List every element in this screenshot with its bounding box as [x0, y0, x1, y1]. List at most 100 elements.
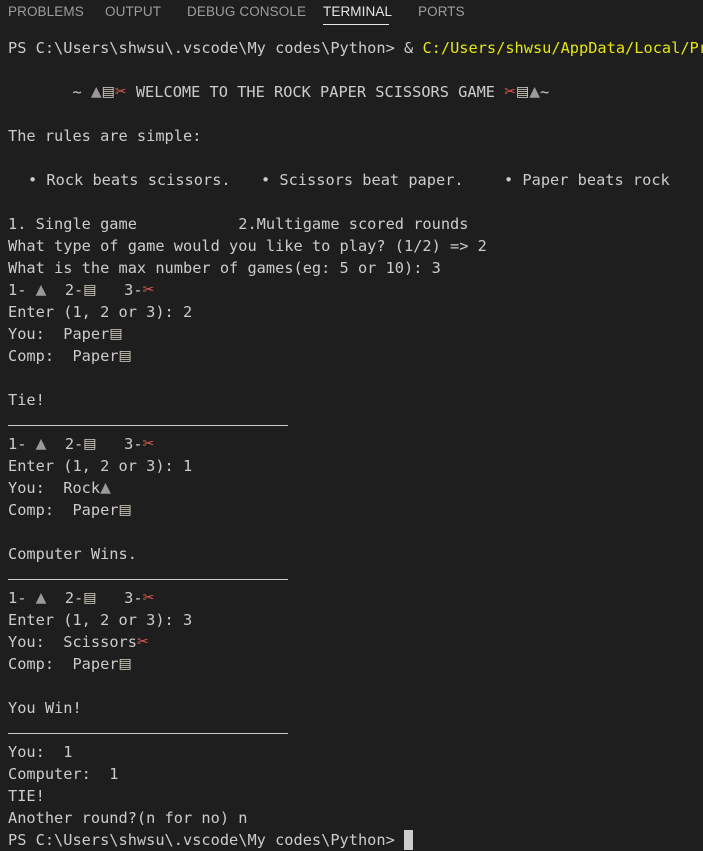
choice-label: 3- — [96, 281, 143, 299]
separator-line — [8, 411, 703, 433]
separator-line — [8, 565, 703, 587]
paper-icon: ▤ — [118, 656, 132, 672]
welcome-prefix: ~ — [8, 83, 91, 101]
rules-title: The rules are simple: — [8, 125, 703, 147]
tab-ports[interactable]: PORTS — [418, 4, 465, 19]
prompt-path: PS C:\Users\shwsu\.vscode\My codes\Pytho… — [8, 39, 395, 57]
you-choice: Scissors — [63, 633, 137, 651]
comp-label: Comp: — [8, 501, 73, 519]
tab-output[interactable]: OUTPUT — [105, 4, 161, 19]
enter-line: Enter (1, 2 or 3): 1 — [8, 455, 703, 477]
enter-prompt: Enter (1, 2 or 3): — [8, 457, 183, 475]
game-type-line: What type of game would you like to play… — [8, 235, 703, 257]
scissors-icon: ✂ — [504, 84, 516, 100]
rules-title: The rules are simple: — [8, 127, 202, 145]
rock-icon: ▲ — [35, 590, 47, 606]
user-choice: 1 — [182, 457, 193, 475]
enter-line: Enter (1, 2 or 3): 3 — [8, 609, 703, 631]
comp-label: Comp: — [8, 655, 73, 673]
scissors-icon: ✂ — [136, 634, 149, 650]
rules-list: • Rock beats scissors. • Scissors beat pa… — [8, 169, 703, 191]
comp-line: Comp: Paper▤ — [8, 345, 703, 367]
choice-label: 3- — [96, 589, 143, 607]
choice-label: 1- — [8, 589, 36, 607]
command-amp: & — [394, 39, 423, 57]
choice-label: 3- — [96, 435, 143, 453]
choices-line: 1- ▲ 2-▤ 3-✂ — [8, 433, 703, 455]
enter-prompt: Enter (1, 2 or 3): — [8, 303, 183, 321]
score-comp-line: Computer: 1 — [8, 763, 703, 785]
tab-debug-console[interactable]: DEBUG CONSOLE — [187, 4, 306, 19]
terminal-output[interactable]: PS C:\Users\shwsu\.vscode\My codes\Pytho… — [8, 37, 703, 851]
paper-icon: ▤ — [83, 590, 97, 606]
welcome-text: WELCOME TO THE ROCK PAPER SCISSORS GAME — [126, 83, 505, 101]
choice-label: 1- — [8, 281, 36, 299]
rock-icon: ▲ — [100, 480, 111, 496]
paper-icon: ▤ — [83, 436, 97, 452]
separator-line — [8, 719, 703, 741]
paper-icon: ▤ — [83, 282, 97, 298]
round-result: Computer Wins. — [8, 545, 137, 563]
paper-icon: ▤ — [109, 326, 123, 342]
you-line: You: Paper▤ — [8, 323, 703, 345]
active-tab-indicator — [323, 24, 389, 25]
paper-icon: ▤ — [118, 502, 132, 518]
score-computer: Computer: 1 — [8, 765, 119, 783]
you-label: You: — [8, 633, 64, 651]
choice-label: 2- — [46, 281, 84, 299]
scissors-icon: ✂ — [142, 590, 155, 606]
round-result: You Win! — [8, 699, 82, 717]
comp-choice: Paper — [72, 655, 119, 673]
comp-choice: Paper — [72, 347, 119, 365]
comp-line: Comp: Paper▤ — [8, 653, 703, 675]
tab-terminal[interactable]: TERMINAL — [323, 4, 392, 19]
score-you-line: You: 1 — [8, 741, 703, 763]
menu-line: 1. Single game 2.Multigame scored rounds — [8, 213, 703, 235]
rock-icon: ▲ — [90, 84, 102, 100]
round-result-line: Tie! — [8, 389, 703, 411]
comp-choice: Paper — [72, 501, 119, 519]
max-games-question: What is the max number of games(eg: 5 or… — [8, 259, 441, 277]
command-line: PS C:\Users\shwsu\.vscode\My codes\Pytho… — [8, 37, 703, 59]
you-label: You: — [8, 325, 64, 343]
you-choice: Rock — [63, 479, 101, 497]
final-prompt: PS C:\Users\shwsu\.vscode\My codes\Pytho… — [8, 831, 405, 849]
rock-icon: ▲ — [35, 282, 47, 298]
welcome-suffix: ~ — [539, 83, 550, 101]
comp-label: Comp: — [8, 347, 73, 365]
final-result: TIE! — [8, 787, 45, 805]
choice-label: 2- — [46, 589, 84, 607]
welcome-line: ~ ▲▤✂ WELCOME TO THE ROCK PAPER SCISSORS… — [8, 81, 703, 103]
user-choice: 3 — [182, 611, 193, 629]
game-menu: 1. Single game 2.Multigame scored rounds — [8, 215, 469, 233]
user-choice: 2 — [182, 303, 193, 321]
final-prompt-line: PS C:\Users\shwsu\.vscode\My codes\Pytho… — [8, 829, 703, 851]
terminal-cursor[interactable] — [404, 830, 414, 850]
rule-item: • Scissors beat paper. — [261, 171, 464, 189]
rock-icon: ▲ — [35, 436, 47, 452]
enter-line: Enter (1, 2 or 3): 2 — [8, 301, 703, 323]
round-result-line: You Win! — [8, 697, 703, 719]
another-round-line: Another round?(n for no) n — [8, 807, 703, 829]
score-you: You: 1 — [8, 743, 73, 761]
paper-icon: ▤ — [118, 348, 132, 364]
you-line: You: Rock▲ — [8, 477, 703, 499]
choice-label: 1- — [8, 435, 36, 453]
choices-line: 1- ▲ 2-▤ 3-✂ — [8, 587, 703, 609]
rock-icon: ▲ — [529, 84, 540, 100]
choices-line: 1- ▲ 2-▤ 3-✂ — [8, 279, 703, 301]
scissors-icon: ✂ — [114, 84, 127, 100]
scissors-icon: ✂ — [142, 282, 155, 298]
round-result-line: Computer Wins. — [8, 543, 703, 565]
paper-icon: ▤ — [515, 84, 530, 100]
tab-problems[interactable]: PROBLEMS — [8, 4, 84, 19]
command-path: C:/Users/shwsu/AppData/Local/Programs/Py… — [422, 39, 703, 57]
rule-item: • Paper beats rock — [504, 171, 670, 189]
rule-item: • Rock beats scissors. — [28, 171, 231, 189]
